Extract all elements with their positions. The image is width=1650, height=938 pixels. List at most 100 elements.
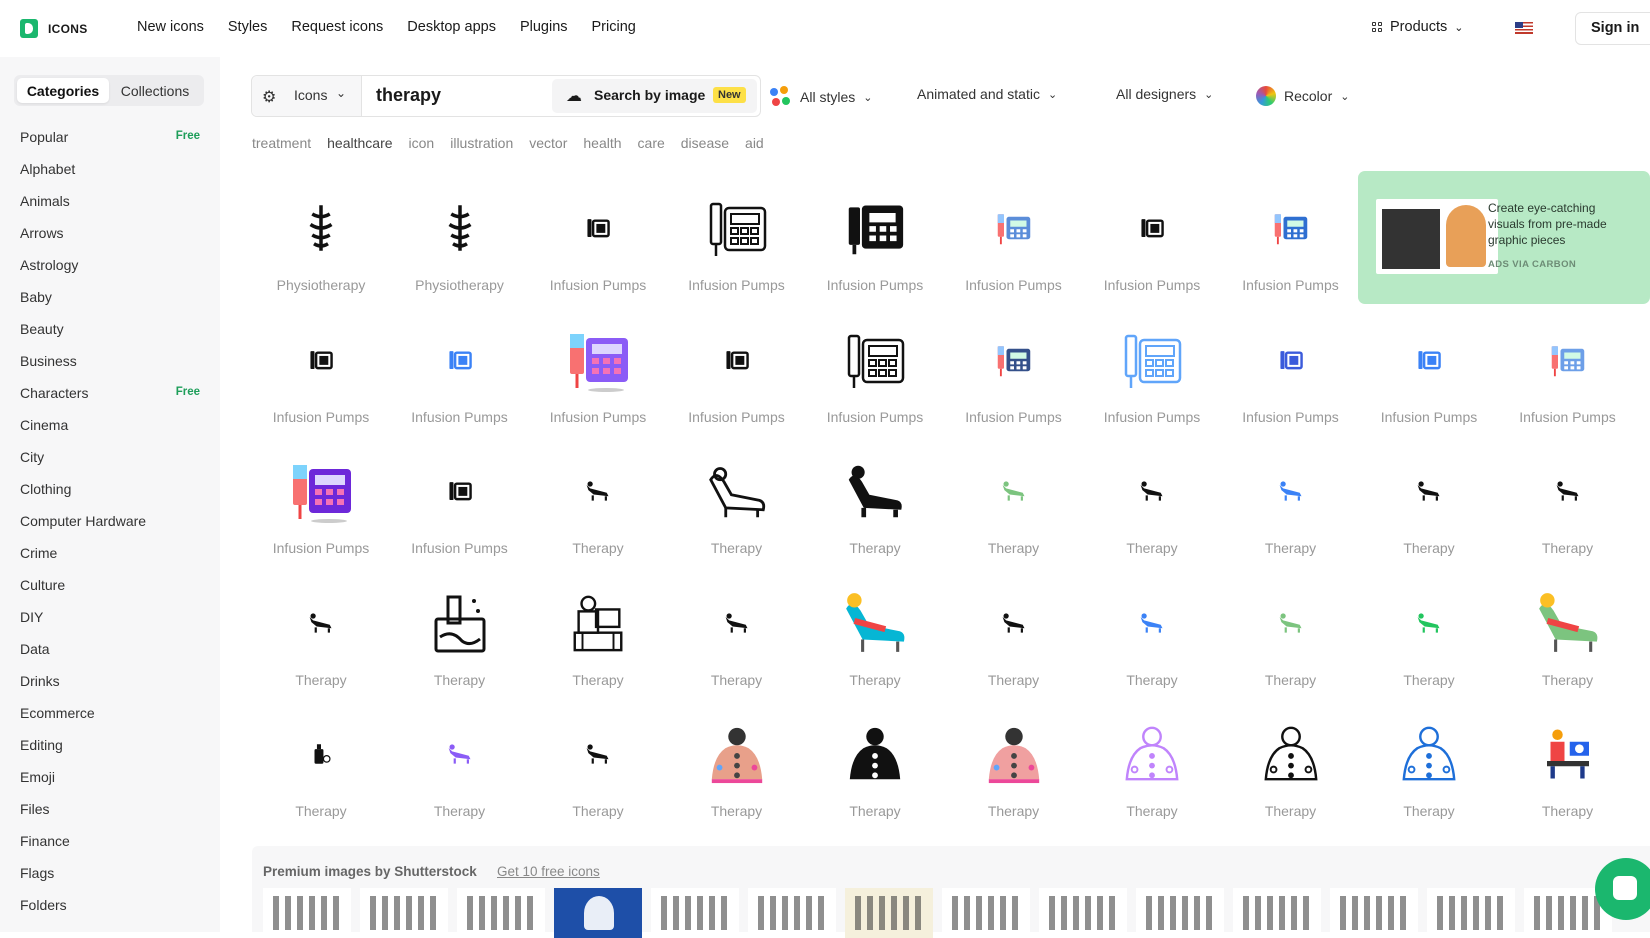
nav-styles[interactable]: Styles bbox=[228, 19, 268, 35]
premium-thumbnail[interactable] bbox=[845, 888, 933, 938]
sidebar-item-baby[interactable]: Baby bbox=[20, 289, 200, 321]
icon-card[interactable]: Therapy bbox=[1222, 573, 1360, 705]
icon-card[interactable]: Infusion Pumps bbox=[1499, 310, 1637, 442]
icon-card[interactable]: Infusion Pumps bbox=[1083, 310, 1221, 442]
nav-pricing[interactable]: Pricing bbox=[592, 19, 636, 35]
premium-thumbnail[interactable] bbox=[1136, 888, 1224, 938]
sidebar-item-animals[interactable]: Animals bbox=[20, 193, 200, 225]
icon-card[interactable]: Therapy bbox=[806, 573, 944, 705]
icon-card[interactable]: Therapy bbox=[1360, 441, 1498, 573]
icon-card[interactable]: Infusion Pumps bbox=[806, 310, 944, 442]
sidebar-item-cinema[interactable]: Cinema bbox=[20, 417, 200, 449]
icon-card[interactable]: Infusion Pumps bbox=[945, 178, 1083, 310]
icon-card[interactable]: Therapy bbox=[945, 704, 1083, 836]
icon-card[interactable]: Therapy bbox=[806, 704, 944, 836]
sidebar-item-data[interactable]: Data bbox=[20, 641, 200, 673]
recolor-filter[interactable]: Recolor ⌄ bbox=[1256, 86, 1349, 106]
icon-card[interactable]: Infusion Pumps bbox=[529, 310, 667, 442]
search-type-select[interactable]: ⚙ Icons ⌄ bbox=[252, 76, 362, 116]
sidebar-item-files[interactable]: Files bbox=[20, 801, 200, 833]
icon-card[interactable]: Infusion Pumps bbox=[252, 310, 390, 442]
icon-card[interactable]: Therapy bbox=[806, 441, 944, 573]
icon-card[interactable]: Therapy bbox=[391, 573, 529, 705]
icon-card[interactable]: Therapy bbox=[1499, 704, 1637, 836]
tag[interactable]: treatment bbox=[252, 135, 311, 151]
icon-card[interactable]: Therapy bbox=[529, 573, 667, 705]
icon-card[interactable]: Infusion Pumps bbox=[1222, 178, 1360, 310]
icon-card[interactable]: Therapy bbox=[1360, 573, 1498, 705]
sidebar-item-drinks[interactable]: Drinks bbox=[20, 673, 200, 705]
icon-card[interactable]: Therapy bbox=[668, 573, 806, 705]
sidebar-item-ecommerce[interactable]: Ecommerce bbox=[20, 705, 200, 737]
icon-card[interactable]: Therapy bbox=[529, 704, 667, 836]
tag[interactable]: healthcare bbox=[327, 135, 392, 151]
sidebar-item-finance[interactable]: Finance bbox=[20, 833, 200, 865]
chat-button[interactable] bbox=[1595, 858, 1650, 920]
sidebar-item-crime[interactable]: Crime bbox=[20, 545, 200, 577]
premium-thumbnail[interactable] bbox=[942, 888, 1030, 938]
tag[interactable]: aid bbox=[745, 135, 764, 151]
us-flag-icon[interactable] bbox=[1515, 22, 1533, 34]
icon-card[interactable]: Infusion Pumps bbox=[391, 310, 529, 442]
premium-thumbnail[interactable] bbox=[1427, 888, 1515, 938]
icon-card[interactable]: Therapy bbox=[668, 441, 806, 573]
sidebar-item-diy[interactable]: DIY bbox=[20, 609, 200, 641]
icon-card[interactable]: Therapy bbox=[391, 704, 529, 836]
tag[interactable]: care bbox=[638, 135, 665, 151]
premium-thumbnail[interactable] bbox=[554, 888, 642, 938]
icon-card[interactable]: Physiotherapy bbox=[391, 178, 529, 310]
tab-collections[interactable]: Collections bbox=[109, 78, 201, 103]
tag[interactable]: disease bbox=[681, 135, 729, 151]
icon-card[interactable]: Therapy bbox=[1083, 704, 1221, 836]
search-by-image-button[interactable]: ☁ Search by image New bbox=[552, 79, 757, 113]
sidebar-item-alphabet[interactable]: Alphabet bbox=[20, 161, 200, 193]
sidebar-item-clothing[interactable]: Clothing bbox=[20, 481, 200, 513]
sidebar-item-characters[interactable]: Characters Free bbox=[20, 385, 200, 417]
sidebar-item-emoji[interactable]: Emoji bbox=[20, 769, 200, 801]
icon-card[interactable]: Infusion Pumps bbox=[391, 441, 529, 573]
premium-thumbnail[interactable] bbox=[748, 888, 836, 938]
icon-card[interactable]: Therapy bbox=[1499, 573, 1637, 705]
premium-thumbnail[interactable] bbox=[1039, 888, 1127, 938]
designers-filter[interactable]: All designers ⌄ bbox=[1116, 86, 1213, 102]
icon-card[interactable]: Therapy bbox=[1222, 704, 1360, 836]
sidebar-item-computer-hardware[interactable]: Computer Hardware bbox=[20, 513, 200, 545]
sidebar-item-popular[interactable]: Popular Free bbox=[20, 129, 200, 161]
icon-card[interactable]: Infusion Pumps bbox=[1222, 310, 1360, 442]
sidebar-item-business[interactable]: Business bbox=[20, 353, 200, 385]
nav-new-icons[interactable]: New icons bbox=[137, 19, 204, 35]
icon-card[interactable]: Infusion Pumps bbox=[1360, 310, 1498, 442]
sidebar-item-flags[interactable]: Flags bbox=[20, 865, 200, 897]
styles-filter[interactable]: All styles ⌄ bbox=[770, 86, 872, 108]
search-input[interactable]: therapy bbox=[376, 85, 441, 106]
sidebar-item-astrology[interactable]: Astrology bbox=[20, 257, 200, 289]
premium-thumbnail[interactable] bbox=[1233, 888, 1321, 938]
nav-plugins[interactable]: Plugins bbox=[520, 19, 568, 35]
tag[interactable]: vector bbox=[529, 135, 567, 151]
icon-card[interactable]: Therapy bbox=[252, 573, 390, 705]
icon-card[interactable]: Therapy bbox=[945, 441, 1083, 573]
sidebar-item-beauty[interactable]: Beauty bbox=[20, 321, 200, 353]
sidebar-item-folders[interactable]: Folders bbox=[20, 897, 200, 929]
icon-card[interactable]: Therapy bbox=[1360, 704, 1498, 836]
carbon-ad[interactable]: Create eye-catching visuals from pre-mad… bbox=[1358, 171, 1650, 304]
tag[interactable]: illustration bbox=[450, 135, 513, 151]
sidebar-item-arrows[interactable]: Arrows bbox=[20, 225, 200, 257]
premium-thumbnail[interactable] bbox=[651, 888, 739, 938]
icon-card[interactable]: Infusion Pumps bbox=[1083, 178, 1221, 310]
icon-card[interactable]: Therapy bbox=[1083, 573, 1221, 705]
icon-card[interactable]: Therapy bbox=[1083, 441, 1221, 573]
icon-card[interactable]: Infusion Pumps bbox=[668, 310, 806, 442]
icon-card[interactable]: Therapy bbox=[1499, 441, 1637, 573]
tag[interactable]: icon bbox=[409, 135, 435, 151]
icon-card[interactable]: Infusion Pumps bbox=[945, 310, 1083, 442]
sidebar-item-city[interactable]: City bbox=[20, 449, 200, 481]
nav-request-icons[interactable]: Request icons bbox=[291, 19, 383, 35]
icon-card[interactable]: Therapy bbox=[945, 573, 1083, 705]
tab-categories[interactable]: Categories bbox=[17, 78, 109, 103]
logo[interactable]: ICONS bbox=[20, 19, 88, 38]
premium-thumbnail[interactable] bbox=[1330, 888, 1418, 938]
premium-thumbnail[interactable] bbox=[360, 888, 448, 938]
nav-desktop-apps[interactable]: Desktop apps bbox=[407, 19, 496, 35]
products-menu[interactable]: Products ⌄ bbox=[1372, 19, 1463, 35]
